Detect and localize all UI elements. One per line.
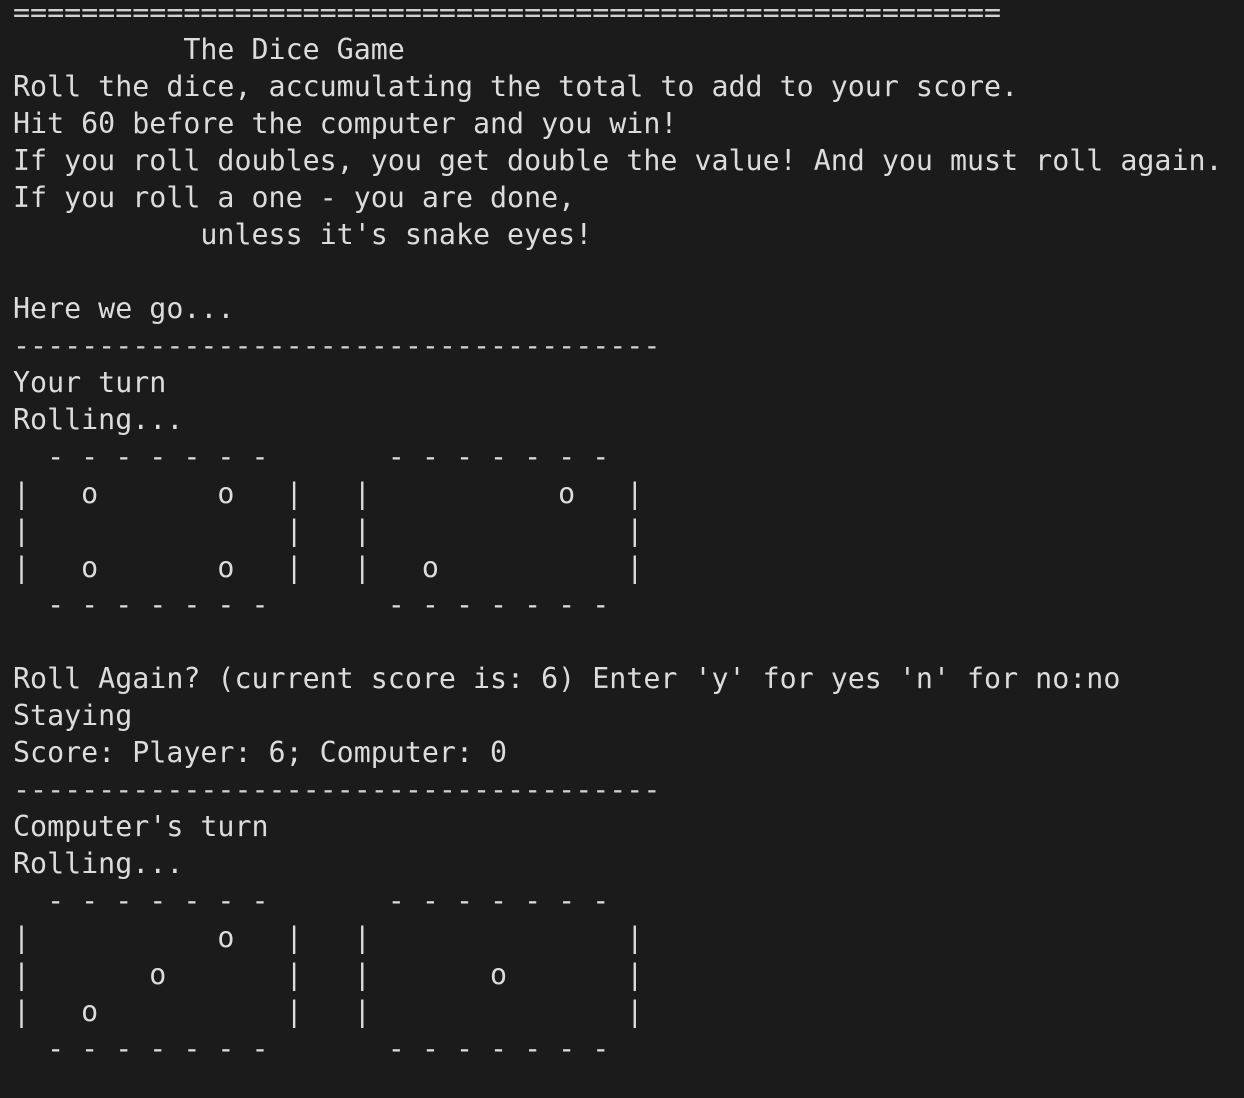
computer-dice-row-2: | o | | o | (13, 958, 644, 991)
player-dice-row-2: | | | | (13, 514, 644, 547)
computer-dice-row-3: | o | | | (13, 995, 644, 1028)
player-dice-top-edge: - - - - - - - - - - - - - - (13, 440, 610, 473)
intro-line-1: Roll the dice, accumulating the total to… (13, 70, 1019, 103)
terminal-output: The Dice Game Roll the dice, accumulatin… (13, 31, 1223, 1067)
top-equals-rule: ========================================… (13, 0, 1002, 29)
computer-dice-top-edge: - - - - - - - - - - - - - - (13, 884, 610, 917)
computer-turn-line: Computer's turn (13, 810, 269, 843)
roll-again-prompt[interactable]: Roll Again? (current score is: 6) Enter … (13, 660, 1223, 697)
game-title: The Dice Game (13, 33, 405, 66)
dash-rule-1: -------------------------------------- (13, 329, 661, 362)
computer-dice-row-1: | o | | | (13, 921, 644, 954)
rolling-line-1: Rolling... (13, 403, 184, 436)
terminal-window[interactable]: ========================================… (0, 0, 1244, 1098)
intro-line-3: If you roll doubles, you get double the … (13, 144, 1223, 177)
player-dice-row-1: | o o | | o | (13, 477, 644, 510)
here-we-go-line: Here we go... (13, 292, 235, 325)
player-dice-bottom-edge: - - - - - - - - - - - - - - (13, 588, 610, 621)
player-dice-row-3: | o o | | o | (13, 551, 644, 584)
intro-line-2: Hit 60 before the computer and you win! (13, 107, 678, 140)
rolling-line-2: Rolling... (13, 847, 184, 880)
staying-line: Staying (13, 699, 133, 732)
dash-rule-2: -------------------------------------- (13, 773, 661, 806)
intro-line-5: unless it's snake eyes! (13, 218, 593, 251)
your-turn-line: Your turn (13, 366, 167, 399)
computer-dice-bottom-edge: - - - - - - - - - - - - - - (13, 1032, 610, 1065)
score-line: Score: Player: 6; Computer: 0 (13, 736, 508, 769)
intro-line-4: If you roll a one - you are done, (13, 181, 576, 214)
